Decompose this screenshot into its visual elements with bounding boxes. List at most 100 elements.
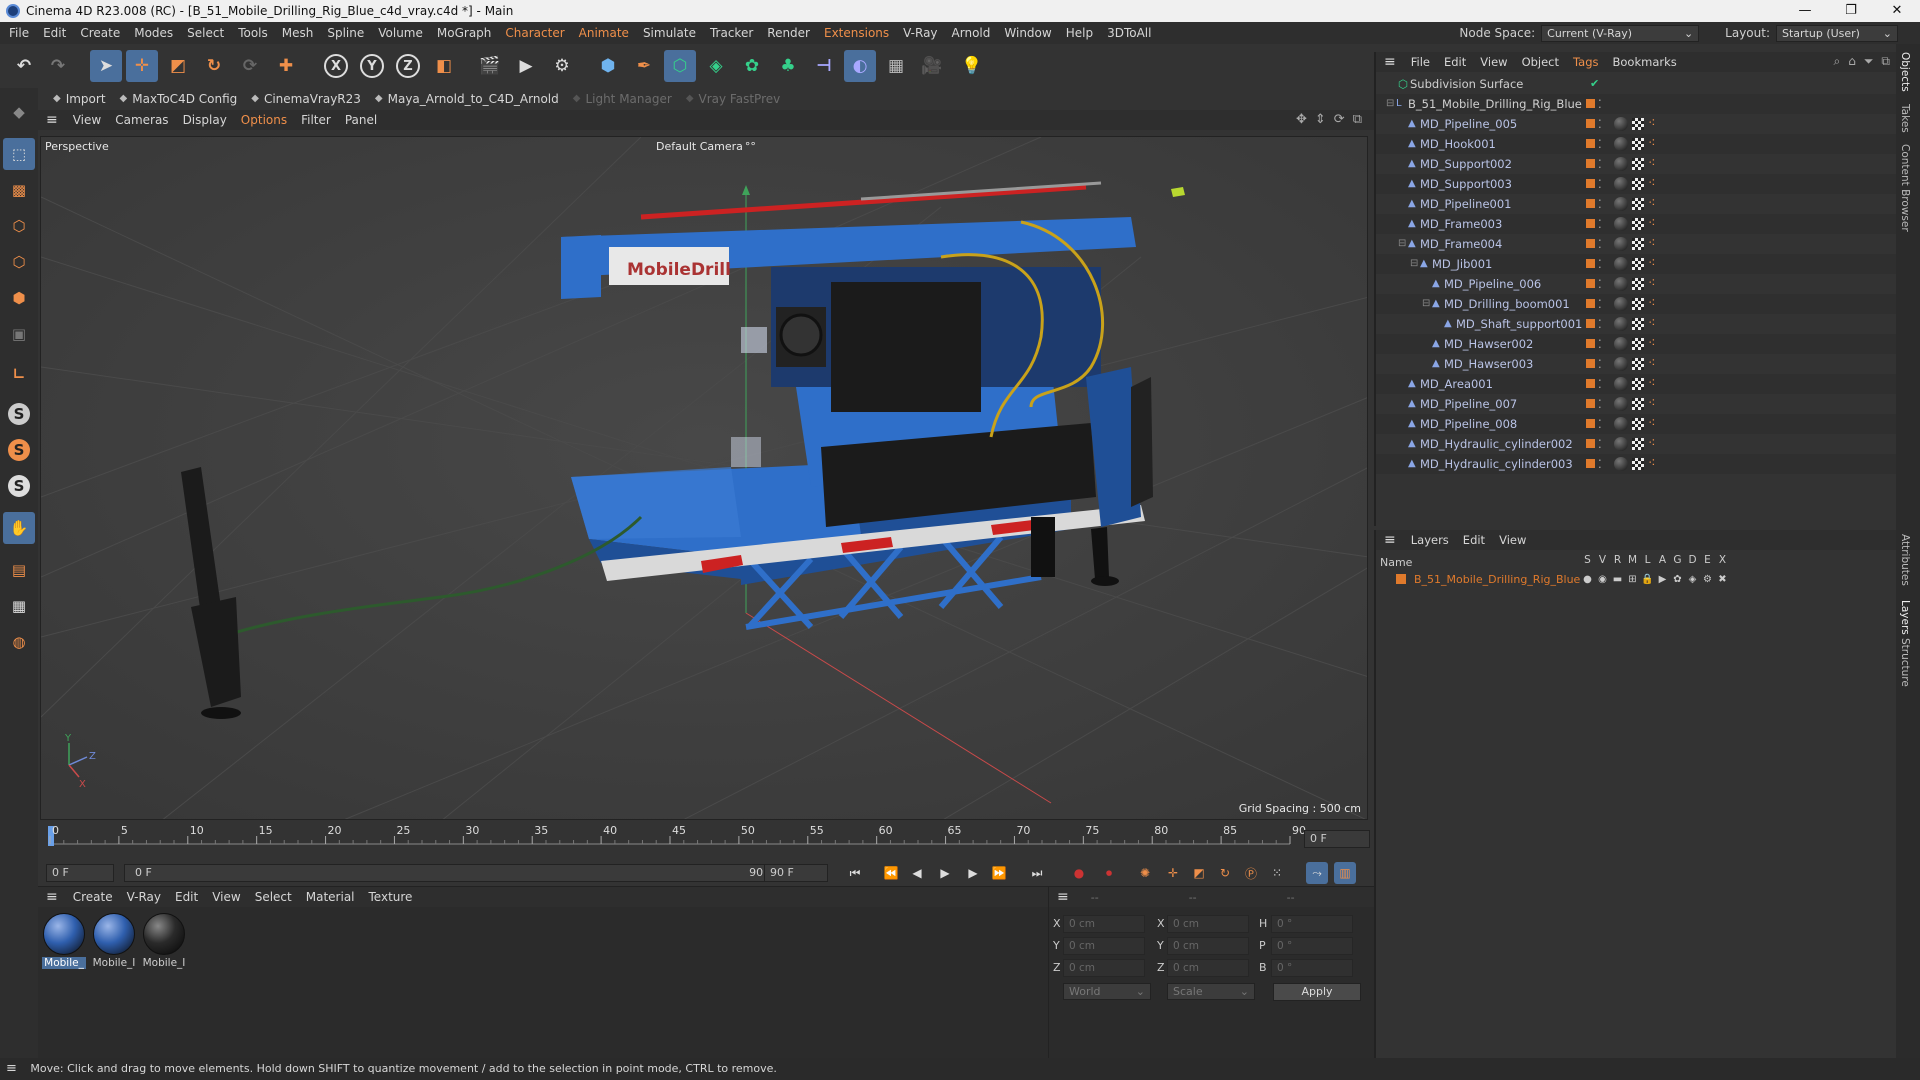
viewport-menu-filter[interactable]: Filter [294, 110, 338, 130]
tree-row[interactable]: ▲ MD_Hydraulic_cylinder003 ⁚ ⁖ [1376, 454, 1896, 474]
texture-tag-icon[interactable] [1632, 178, 1644, 190]
current-frame-field[interactable]: 0 F [1304, 830, 1370, 848]
home-icon[interactable]: ⌂ [1848, 54, 1856, 69]
phong-tag-icon[interactable]: ⁖ [1648, 154, 1656, 174]
tree-row[interactable]: ▲ MD_Pipeline_005 ⁚ ⁖ [1376, 114, 1896, 134]
phong-tag-icon[interactable]: ⁖ [1648, 174, 1656, 194]
render-view-icon[interactable]: ▶ [510, 50, 542, 82]
viewport-zoom-icon[interactable]: ⇕ [1315, 112, 1326, 127]
axis-mode-icon[interactable]: ∟ [3, 358, 35, 390]
end-frame-field[interactable]: 90 F [764, 864, 828, 882]
viewport-maximize-icon[interactable]: ⧉ [1353, 112, 1362, 127]
plugin-light-manager[interactable]: ◆ Light Manager [566, 88, 679, 110]
coord-field[interactable]: 0 ° [1271, 937, 1353, 955]
plugin-maxtoc4d-config[interactable]: ◆ MaxToC4D Config [113, 88, 245, 110]
texture-tag-icon[interactable] [1632, 158, 1644, 170]
material-tag-icon[interactable] [1614, 337, 1628, 351]
material-item[interactable]: Mobile_ [42, 913, 86, 969]
timeline-icon[interactable]: ▥ [1334, 862, 1356, 884]
phong-tag-icon[interactable]: ⁖ [1648, 234, 1656, 254]
menu-extensions[interactable]: Extensions [817, 22, 896, 44]
material-tag-icon[interactable] [1614, 377, 1628, 391]
edge-mode-icon[interactable]: ⬡ [3, 246, 35, 278]
viewport-menu-display[interactable]: Display [176, 110, 234, 130]
texture-tag-icon[interactable] [1632, 338, 1644, 350]
prev-frame-icon[interactable]: ◀ [906, 862, 928, 884]
menu-tracker[interactable]: Tracker [703, 22, 760, 44]
x-axis-icon[interactable]: X [320, 50, 352, 82]
viewport-menu-panel[interactable]: Panel [338, 110, 384, 130]
texture-tag-icon[interactable] [1632, 238, 1644, 250]
menu-render[interactable]: Render [760, 22, 817, 44]
menu-modes[interactable]: Modes [127, 22, 180, 44]
material-tag-icon[interactable] [1614, 217, 1628, 231]
tree-row[interactable]: ▲ MD_Hawser003 ⁚ ⁖ [1376, 354, 1896, 374]
texture-tag-icon[interactable] [1632, 118, 1644, 130]
material-tag-icon[interactable] [1614, 297, 1628, 311]
locked-workplane-icon[interactable]: ◍ [3, 626, 35, 658]
visibility-dots[interactable]: ⁚ [1598, 294, 1602, 314]
texture-tag-icon[interactable] [1632, 278, 1644, 290]
undo-icon[interactable]: ↶ [8, 50, 40, 82]
tree-row[interactable]: ▲ MD_Shaft_support001 ⁚ ⁖ [1376, 314, 1896, 334]
tree-expander[interactable]: ⊟ [1386, 94, 1394, 114]
plugin-import[interactable]: ◆ Import [46, 88, 113, 110]
visible-editor-icon[interactable]: ◉ [1595, 574, 1610, 585]
autokey-icon[interactable]: ⏺ [1098, 862, 1120, 884]
texture-tag-icon[interactable] [1632, 318, 1644, 330]
workplane-icon[interactable]: ▤ [3, 554, 35, 586]
3d-viewport[interactable]: MobileDrill Y Z X Perspective Default Ca… [40, 136, 1368, 820]
timeline[interactable]: 0 5 10 15 20 25 30 35 40 45 50 55 60 65 70 75 80 85 90 0 F [38, 822, 1374, 860]
phong-tag-icon[interactable]: ⁖ [1648, 214, 1656, 234]
solo-icon[interactable]: ● [1580, 574, 1595, 585]
tab-structure[interactable]: Structure [1899, 638, 1911, 687]
coord-field[interactable]: 0 ° [1271, 915, 1353, 933]
cube-icon[interactable]: ⬢ [592, 50, 624, 82]
visibility-dots[interactable]: ⁚ [1598, 314, 1602, 334]
material-tag-icon[interactable] [1614, 457, 1628, 471]
tree-row[interactable]: ▲ MD_Pipeline_006 ⁚ ⁖ [1376, 274, 1896, 294]
floor-icon[interactable]: ▦ [880, 50, 912, 82]
layer-menu-view[interactable]: View [1492, 530, 1533, 550]
viewport-rotate-icon[interactable]: ⟳ [1334, 112, 1345, 127]
coord-field[interactable]: 0 cm [1063, 915, 1145, 933]
generators-icon[interactable]: ✿ [1670, 574, 1685, 585]
coord-field[interactable]: 0 cm [1063, 959, 1145, 977]
texture-tag-icon[interactable] [1632, 378, 1644, 390]
coordinate-transform-select[interactable]: Scale ⌄ [1167, 983, 1255, 1000]
plugin-vray-fastprev[interactable]: ◆ Vray FastPrev [679, 88, 787, 110]
snap-workplane-icon[interactable]: S [3, 470, 35, 502]
visibility-dots[interactable]: ⁚ [1598, 454, 1602, 474]
tree-row[interactable]: ▲ MD_Pipeline_007 ⁚ ⁖ [1376, 394, 1896, 414]
redo-icon[interactable]: ↷ [42, 50, 74, 82]
texture-tag-icon[interactable] [1632, 298, 1644, 310]
tree-row[interactable]: ⊟ ▲ MD_Jib001 ⁚ ⁖ [1376, 254, 1896, 274]
tab-takes[interactable]: Takes [1899, 104, 1911, 133]
visibility-dots[interactable]: ⁚ [1598, 154, 1602, 174]
material-tag-icon[interactable] [1614, 177, 1628, 191]
close-button[interactable]: ✕ [1874, 0, 1920, 22]
material-tag-icon[interactable] [1614, 277, 1628, 291]
visibility-dots[interactable]: ⁚ [1598, 194, 1602, 214]
cloner-icon[interactable]: ✿ [736, 50, 768, 82]
render-region-icon[interactable]: 🎬 [474, 50, 506, 82]
timeline-ruler[interactable]: 0 5 10 15 20 25 30 35 40 45 50 55 60 65 70 75 80 85 90 [38, 822, 1374, 860]
tree-expander[interactable]: ⊟ [1422, 294, 1430, 314]
menu-window[interactable]: Window [997, 22, 1058, 44]
phong-tag-icon[interactable]: ⁖ [1648, 274, 1656, 294]
object-menu-tags[interactable]: Tags [1566, 52, 1605, 72]
tab-objects[interactable]: Objects [1899, 52, 1911, 92]
menu-mograph[interactable]: MoGraph [430, 22, 499, 44]
coord-field[interactable]: 0 cm [1167, 937, 1249, 955]
material-tag-icon[interactable] [1614, 317, 1628, 331]
hamburger-icon[interactable]: ≡ [46, 889, 58, 905]
visibility-dots[interactable]: ⁚ [1598, 174, 1602, 194]
tab-content-browser[interactable]: Content Browser [1899, 144, 1911, 232]
material-item[interactable]: Mobile_I [142, 913, 186, 969]
rotate-icon[interactable]: ↻ [198, 50, 230, 82]
manager-icon[interactable]: ⊞ [1625, 574, 1640, 585]
menu-file[interactable]: File [2, 22, 36, 44]
tree-row[interactable]: ⊟ ▲ MD_Frame004 ⁚ ⁖ [1376, 234, 1896, 254]
rotate-key-icon[interactable]: ↻ [1214, 862, 1236, 884]
model-mode-icon[interactable]: ◆ [3, 96, 35, 128]
